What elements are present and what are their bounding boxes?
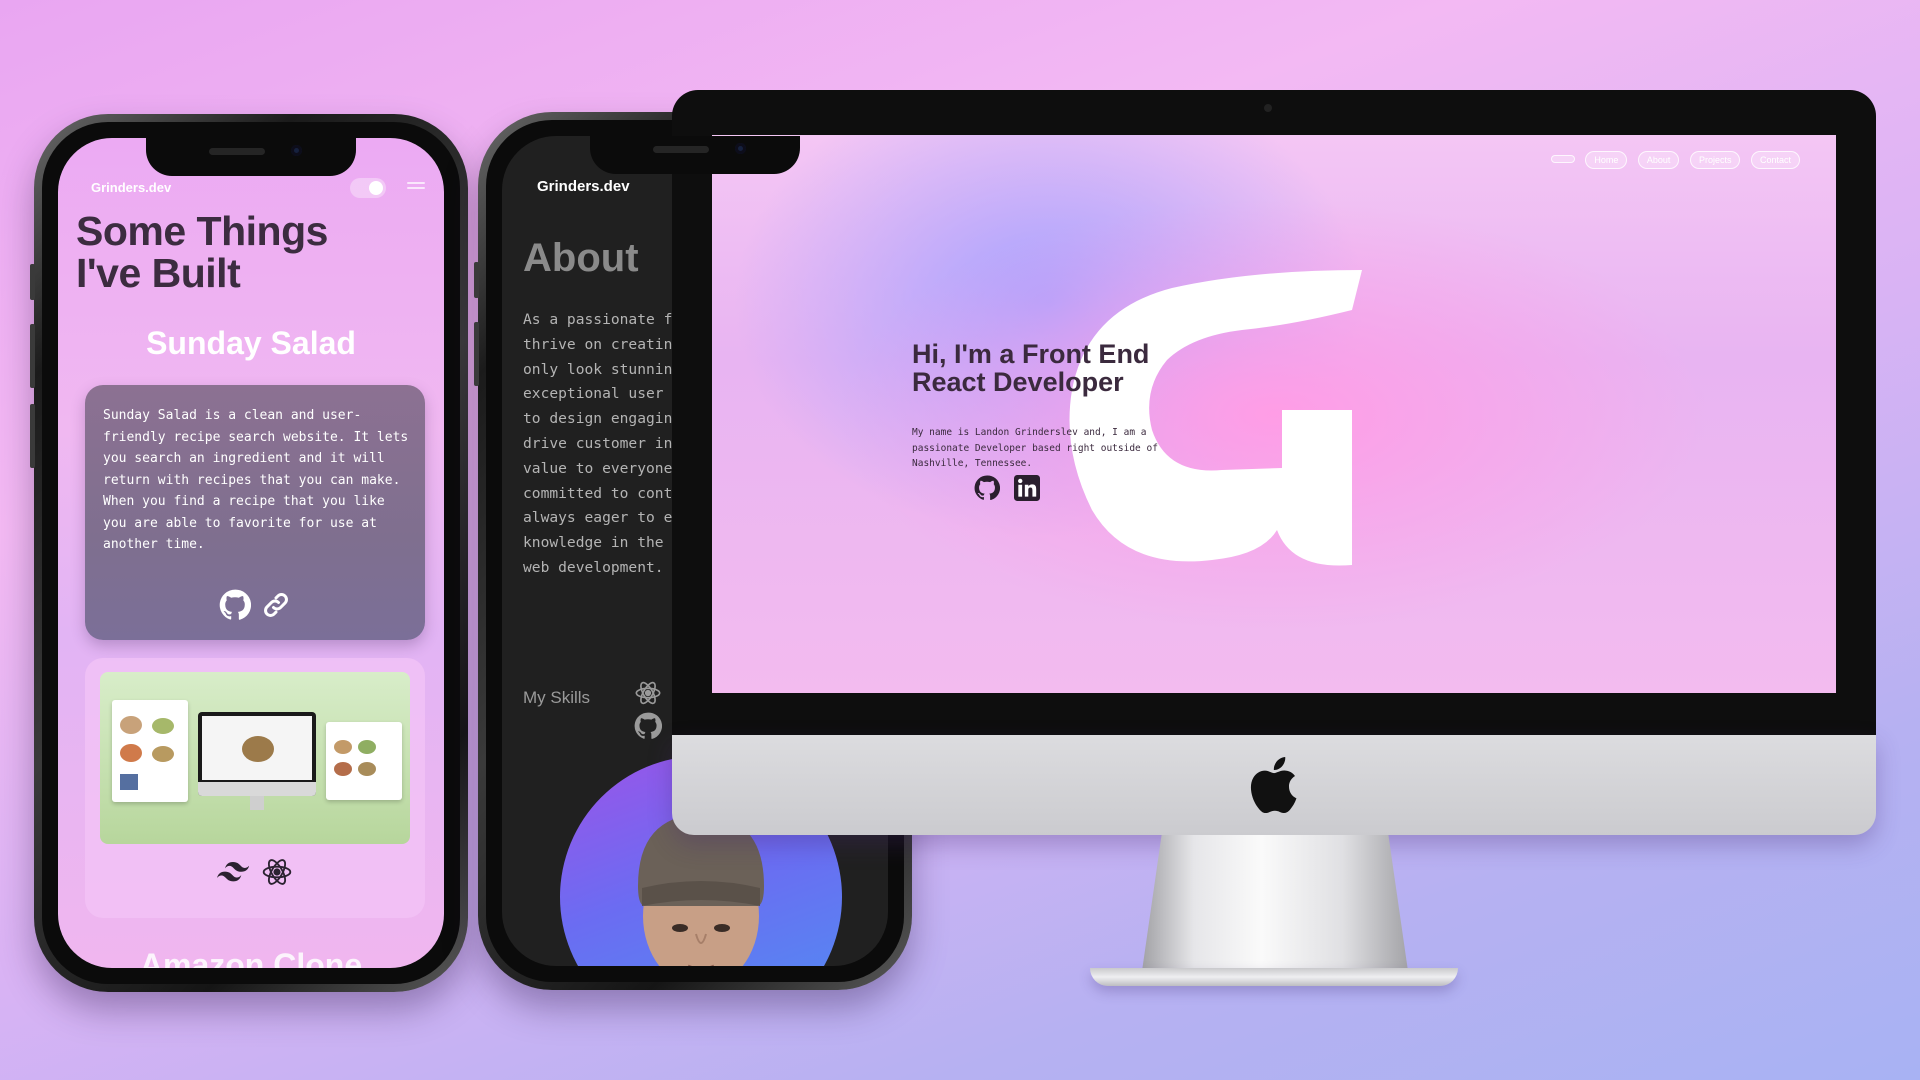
phone-side-button xyxy=(30,404,35,468)
project-preview-card xyxy=(85,658,425,918)
theme-toggle[interactable] xyxy=(350,178,386,198)
linkedin-icon[interactable] xyxy=(1014,475,1041,506)
top-nav: Home About Projects Contact xyxy=(1543,151,1800,169)
react-icon xyxy=(261,856,293,893)
apple-logo-icon xyxy=(1250,757,1297,813)
nav-projects[interactable]: Projects xyxy=(1689,151,1741,169)
monitor-base xyxy=(1090,968,1458,986)
project-screenshot[interactable] xyxy=(100,672,410,844)
brand-g-logo xyxy=(1069,270,1362,566)
hero-text: My name is Landon Grinderslev and, I am … xyxy=(912,427,1158,469)
tailwind-icon xyxy=(216,861,250,888)
nav-contact[interactable]: Contact xyxy=(1750,151,1800,169)
desktop-screen: Home About Projects Contact Hi, I'm a Fr… xyxy=(712,135,1836,693)
section-title: Some Things I've Built xyxy=(76,208,328,296)
next-project-title: Amazon Clone xyxy=(139,947,363,968)
github-icon[interactable] xyxy=(219,589,251,626)
monitor-stand xyxy=(1140,835,1410,985)
nav-about[interactable]: About xyxy=(1637,151,1680,169)
phone-side-button xyxy=(30,324,35,388)
monitor-chin xyxy=(672,735,1876,835)
desktop-monitor: Home About Projects Contact Hi, I'm a Fr… xyxy=(672,90,1876,745)
phone-notch xyxy=(590,136,800,174)
project-description-card: Sunday Salad is a clean and user-friendl… xyxy=(85,385,425,640)
phone-side-button xyxy=(474,262,479,298)
portfolio-phone-mockup: Grinders.dev Some Things I've Built Sund… xyxy=(30,114,468,992)
theme-toggle[interactable] xyxy=(1550,155,1575,163)
project-title: Sunday Salad xyxy=(146,325,356,361)
nav-home[interactable]: Home xyxy=(1585,151,1628,169)
phone-bezel: Grinders.dev Some Things I've Built Sund… xyxy=(42,122,460,984)
github-icon xyxy=(634,712,663,745)
project-description: Sunday Salad is a clean and user-friendl… xyxy=(103,408,409,552)
phone-notch xyxy=(146,138,356,176)
phone-side-button xyxy=(474,322,479,386)
phone-side-button xyxy=(30,264,35,300)
menu-icon[interactable] xyxy=(407,182,425,194)
react-icon xyxy=(634,679,662,712)
skills-label: My Skills xyxy=(523,688,591,707)
site-logo[interactable]: Grinders.dev xyxy=(91,180,171,195)
webcam-icon xyxy=(1264,104,1272,112)
github-icon[interactable] xyxy=(974,475,1001,506)
portfolio-screen: Grinders.dev Some Things I've Built Sund… xyxy=(58,138,444,968)
site-logo[interactable]: Grinders.dev xyxy=(537,178,630,195)
about-heading: About xyxy=(523,236,639,280)
hero-title: Hi, I'm a Front End React Developer xyxy=(912,339,1150,397)
link-icon[interactable] xyxy=(261,590,291,625)
